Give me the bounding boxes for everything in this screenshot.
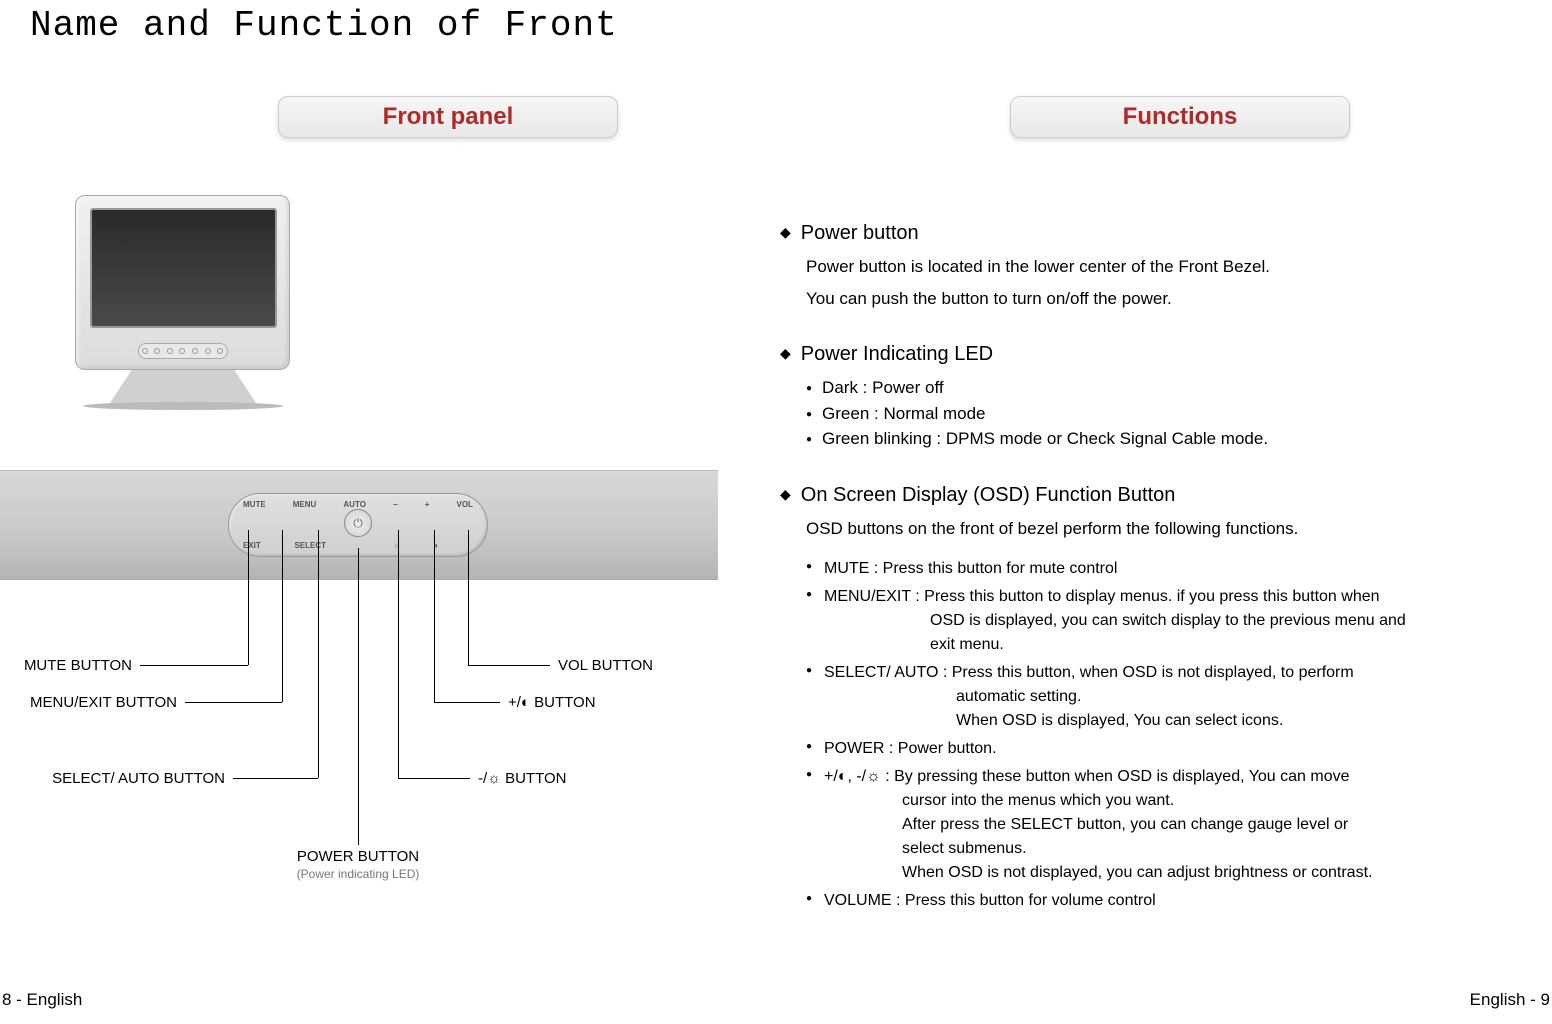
functions-column: Power button Power button is located in … (780, 218, 1530, 941)
lead-line (233, 778, 318, 779)
panel-label-auto: AUTO (343, 500, 366, 509)
osd-item-select: SELECT/ AUTO : Press this button, when O… (806, 661, 1530, 733)
lead-line (434, 530, 435, 702)
callout-power-label: POWER BUTTON (297, 848, 419, 865)
contrast-icon: ◐ (434, 541, 439, 550)
lead-line (282, 530, 283, 702)
osd-item-select-b: automatic setting. (824, 685, 1530, 709)
lead-line (248, 530, 249, 665)
footer-right: English - 9 (1470, 990, 1550, 1010)
osd-item-mute: MUTE : Press this button for mute contro… (806, 557, 1530, 581)
led-item-green: Green : Normal mode (806, 401, 1530, 427)
lead-line (468, 530, 469, 665)
osd-item-pm-a: : By pressing these button when OSD is d… (885, 768, 1349, 785)
tab-functions: Functions (1010, 96, 1350, 138)
osd-item-select-c: When OSD is displayed, You can select ic… (824, 709, 1530, 733)
led-item-blink: Green blinking : DPMS mode or Check Sign… (806, 426, 1530, 452)
osd-item-pm-c: After press the SELECT button, you can c… (824, 813, 1530, 837)
lead-line (434, 702, 500, 703)
monitor-stand (108, 368, 258, 406)
tab-front-panel: Front panel (278, 96, 618, 138)
panel-label-menu: MENU (293, 500, 317, 509)
callout-select-auto: SELECT/ AUTO BUTTON (30, 770, 225, 787)
monitor-button-row (138, 343, 228, 359)
function-power-line2: You can push the button to turn on/off t… (806, 286, 1530, 312)
tab-front-panel-label: Front panel (383, 103, 514, 131)
callout-mute: MUTE BUTTON (0, 657, 132, 674)
monitor-screen (90, 208, 277, 328)
osd-item-plusminus: +/◐, -/☼ : By pressing these button when… (806, 765, 1530, 885)
function-osd: On Screen Display (OSD) Function Button … (780, 480, 1530, 914)
function-osd-title: On Screen Display (OSD) Function Button (780, 480, 1530, 510)
osd-item-pm-d: select submenus. (824, 837, 1530, 861)
lead-line (185, 702, 282, 703)
osd-item-pm-b: cursor into the menus which you want. (824, 789, 1530, 813)
osd-item-pm-e: When OSD is not displayed, you can adjus… (824, 861, 1530, 885)
panel-label-exit: EXIT (243, 541, 261, 550)
power-button-icon: ⏻ (344, 509, 372, 537)
monitor-body (75, 195, 290, 370)
lead-line (468, 665, 550, 666)
callout-power-sub: (Power indicating LED) (292, 867, 424, 881)
osd-item-menu: MENU/EXIT : Press this button to display… (806, 585, 1530, 657)
callout-vol: VOL BUTTON (558, 657, 653, 674)
lead-line (398, 778, 470, 779)
osd-item-pm-sym: +/◐, -/☼ (824, 768, 885, 785)
osd-item-volume: VOLUME : Press this button for volume co… (806, 889, 1530, 913)
function-power-title: Power button (780, 218, 1530, 248)
panel-label-vol: VOL (457, 500, 473, 509)
function-led: Power Indicating LED Dark : Power off Gr… (780, 339, 1530, 452)
panel-label-minus: − (393, 500, 398, 509)
tab-functions-label: Functions (1123, 103, 1238, 131)
function-power: Power button Power button is located in … (780, 218, 1530, 311)
osd-item-menu-b: OSD is displayed, you can switch display… (824, 609, 1530, 633)
callout-minus-brightness: -/☼ BUTTON (478, 770, 566, 787)
lead-line (140, 665, 248, 666)
callout-power: POWER BUTTON (Power indicating LED) (292, 848, 424, 881)
page-title: Name and Function of Front (30, 5, 618, 46)
monitor-base (83, 402, 283, 410)
panel-label-plus: + (425, 500, 430, 509)
footer-left: 8 - English (2, 990, 82, 1010)
panel-row-top: MUTE MENU AUTO − + VOL (243, 500, 473, 509)
callout-plus-contrast: +/◐ BUTTON (508, 694, 596, 711)
function-power-line1: Power button is located in the lower cen… (806, 254, 1530, 280)
function-osd-intro: OSD buttons on the front of bezel perfor… (780, 516, 1530, 542)
lead-line (358, 548, 359, 845)
led-item-dark: Dark : Power off (806, 375, 1530, 401)
lead-line (318, 530, 319, 778)
callout-menu-exit: MENU/EXIT BUTTON (0, 694, 177, 711)
osd-item-select-a: SELECT/ AUTO : Press this button, when O… (824, 664, 1354, 681)
osd-item-menu-a: MENU/EXIT : Press this button to display… (824, 588, 1380, 605)
lead-line (398, 530, 399, 778)
panel-label-mute: MUTE (243, 500, 266, 509)
function-led-title: Power Indicating LED (780, 339, 1530, 369)
osd-item-menu-c: exit menu. (824, 633, 1530, 657)
monitor-illustration (75, 195, 290, 420)
osd-item-power: POWER : Power button. (806, 737, 1530, 761)
panel-label-select: SELECT (294, 541, 326, 550)
front-panel-strip: MUTE MENU AUTO − + VOL EXIT SELECT ☼ ◐ ⏻ (0, 470, 718, 580)
